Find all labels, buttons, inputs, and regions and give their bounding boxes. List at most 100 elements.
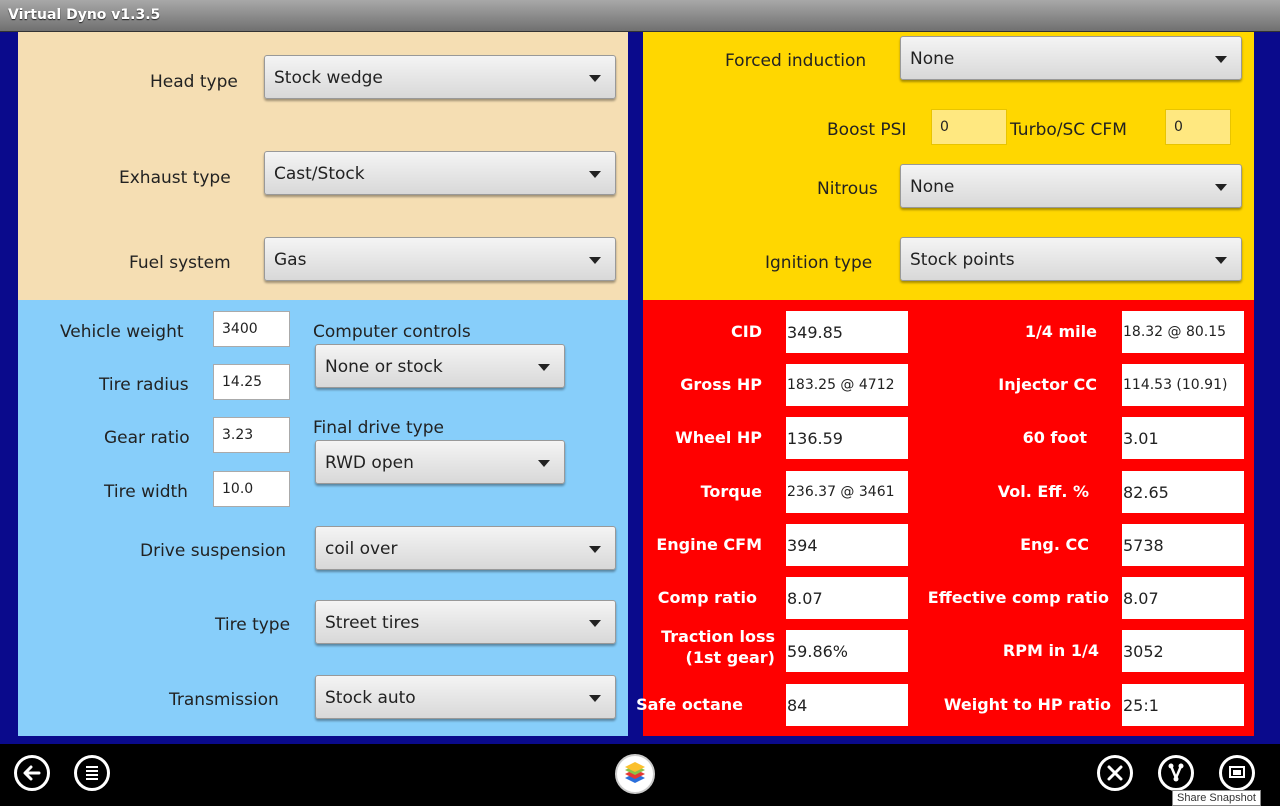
chevron-down-icon [589,546,601,553]
result-value-traction-loss: 59.86% [786,630,908,672]
ignition-type-dropdown[interactable]: Stock points [900,237,1242,281]
drive-suspension-value: coil over [325,539,398,559]
result-label-gross-hp: Gross HP [680,375,762,394]
exhaust-type-label: Exhaust type [119,168,231,188]
tire-type-value: Street tires [325,613,420,633]
turbo-cfm-value: 0 [1174,119,1183,135]
result-value-torque: 236.37 @ 3461 [786,471,908,513]
final-drive-type-value: RWD open [325,453,414,473]
ignition-type-value: Stock points [910,250,1015,270]
result-value-engine-cfm: 394 [786,524,908,566]
result-label-safe-octane: Safe octane [636,695,743,714]
result-label-vol-eff: Vol. Eff. % [997,482,1089,501]
drive-suspension-label: Drive suspension [140,541,286,561]
engine-panel: Head type Stock wedge Exhaust type Cast/… [18,32,628,300]
fuel-system-label: Fuel system [129,253,231,273]
exhaust-type-value: Cast/Stock [274,164,365,184]
result-label-comp-ratio: Comp ratio [657,588,757,607]
vehicle-weight-value: 3400 [222,321,258,337]
exhaust-type-dropdown[interactable]: Cast/Stock [264,151,616,195]
final-drive-type-label: Final drive type [313,418,444,438]
result-value-60-foot: 3.01 [1122,417,1244,459]
result-label-eng-cc: Eng. CC [1020,535,1089,554]
result-label-traction-loss-sub: (1st gear) [685,648,776,667]
chevron-down-icon [1215,56,1227,63]
head-type-label: Head type [150,72,238,92]
transmission-dropdown[interactable]: Stock auto [315,675,616,719]
computer-controls-dropdown[interactable]: None or stock [315,344,565,388]
forced-induction-dropdown[interactable]: None [900,36,1242,80]
result-label-effective-comp-ratio: Effective comp ratio [927,588,1109,607]
result-label-torque: Torque [700,482,762,501]
chevron-down-icon [538,364,550,371]
tire-width-input[interactable]: 10.0 [213,471,290,507]
settings-icon[interactable] [1097,755,1133,791]
gear-ratio-input[interactable]: 3.23 [213,417,290,453]
computer-controls-label: Computer controls [313,322,471,342]
tire-radius-input[interactable]: 14.25 [213,364,290,400]
fuel-system-dropdown[interactable]: Gas [264,237,616,281]
bluestacks-icon[interactable] [615,754,655,794]
chevron-down-icon [538,460,550,467]
transmission-value: Stock auto [325,688,416,708]
boost-psi-label: Boost PSI [827,120,907,140]
gear-ratio-value: 3.23 [222,427,254,443]
vehicle-weight-label: Vehicle weight [60,322,184,342]
turbo-cfm-input[interactable]: 0 [1165,109,1231,145]
tire-radius-value: 14.25 [222,374,263,390]
tire-width-label: Tire width [104,482,188,502]
chevron-down-icon [589,620,601,627]
result-value-vol-eff: 82.65 [1122,471,1244,513]
chevron-down-icon [589,695,601,702]
result-value-wheel-hp: 136.59 [786,417,908,459]
share-icon[interactable] [1158,755,1194,791]
result-label-engine-cfm: Engine CFM [656,535,762,554]
share-snapshot-tooltip: Share Snapshot [1172,790,1261,806]
result-value-safe-octane: 84 [786,684,908,726]
chevron-down-icon [1215,257,1227,264]
chevron-down-icon [589,257,601,264]
forced-induction-value: None [910,49,955,69]
tire-type-dropdown[interactable]: Street tires [315,600,616,644]
result-value-comp-ratio: 8.07 [786,577,908,619]
chevron-down-icon [589,75,601,82]
drive-suspension-dropdown[interactable]: coil over [315,526,616,570]
turbo-cfm-label: Turbo/SC CFM [1010,120,1127,140]
head-type-value: Stock wedge [274,68,383,88]
app-content: Head type Stock wedge Exhaust type Cast/… [0,32,1280,744]
boost-psi-input[interactable]: 0 [931,109,1007,145]
result-value-rpm-quarter: 3052 [1122,630,1244,672]
final-drive-type-dropdown[interactable]: RWD open [315,440,565,484]
tire-width-value: 10.0 [222,481,254,497]
menu-icon[interactable] [74,755,110,791]
transmission-label: Transmission [169,690,279,710]
result-value-quarter-mile: 18.32 @ 80.15 [1122,311,1244,353]
screen-icon[interactable] [1219,755,1255,791]
results-panel: CID 349.85 Gross HP 183.25 @ 4712 Wheel … [636,300,1254,736]
head-type-dropdown[interactable]: Stock wedge [264,55,616,99]
result-label-quarter-mile: 1/4 mile [1024,322,1097,341]
result-label-injector-cc: Injector CC [998,375,1097,394]
vehicle-weight-input[interactable]: 3400 [213,311,290,347]
result-label-wheel-hp: Wheel HP [675,428,762,447]
navigation-bar [0,744,1280,800]
tire-radius-label: Tire radius [99,375,189,395]
forced-induction-label: Forced induction [725,51,867,71]
result-value-effective-comp-ratio: 8.07 [1122,577,1244,619]
tire-type-label: Tire type [215,615,291,635]
result-label-traction-loss: Traction loss [661,627,775,646]
result-value-weight-to-hp: 25:1 [1122,684,1244,726]
back-icon[interactable] [14,755,50,791]
induction-panel: Forced induction None Boost PSI 0 Turbo/… [643,32,1254,300]
chevron-down-icon [589,171,601,178]
vehicle-panel: Vehicle weight 3400 Tire radius 14.25 Ge… [18,300,628,736]
result-value-cid: 349.85 [786,311,908,353]
title-bar: Virtual Dyno v1.3.5 [0,0,1280,32]
nitrous-dropdown[interactable]: None [900,164,1242,208]
result-label-weight-to-hp: Weight to HP ratio [943,695,1111,714]
result-label-cid: CID [731,322,762,341]
result-label-rpm-quarter: RPM in 1/4 [1002,641,1099,660]
result-value-gross-hp: 183.25 @ 4712 [786,364,908,406]
nitrous-label: Nitrous [817,179,878,199]
result-value-injector-cc: 114.53 (10.91) [1122,364,1244,406]
